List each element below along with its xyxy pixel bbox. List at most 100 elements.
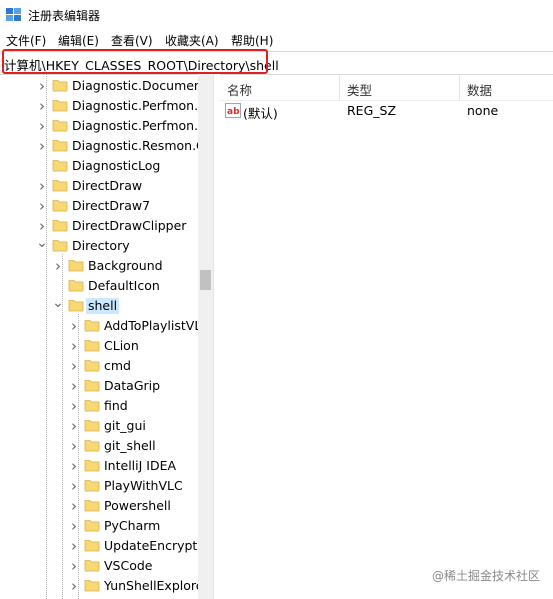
chevron-right-icon[interactable]: › [52, 256, 64, 276]
tree-node[interactable]: ⌄ Directory [0, 236, 198, 256]
chevron-right-icon[interactable]: › [68, 316, 80, 336]
tree-node[interactable]: › YunShellExplore [0, 576, 203, 596]
tree-node[interactable]: › cmd [0, 356, 198, 376]
tree-node-label: DiagnosticLog [72, 158, 161, 173]
title-bar: 注册表编辑器 [0, 0, 553, 30]
tree-node[interactable]: › DirectDraw [0, 176, 198, 196]
tree-node-label: PlayWithVLC [104, 478, 183, 493]
chevron-right-icon[interactable]: › [36, 176, 48, 196]
menu-favorites[interactable]: 收藏夹(A) [165, 32, 219, 49]
list-header: 名称 类型 数据 [219, 74, 553, 101]
chevron-right-icon[interactable]: › [36, 96, 48, 116]
chevron-right-icon[interactable]: › [68, 336, 80, 356]
tree-node[interactable]: › IntelliJ IDEA [0, 456, 198, 476]
column-name[interactable]: 名称 [227, 80, 252, 99]
address-bar[interactable]: 计算机\HKEY_CLASSES_ROOT\Directory\shell [0, 49, 553, 75]
tree-node[interactable]: › AddToPlaylistVL [0, 316, 201, 336]
column-type[interactable]: 类型 [347, 80, 372, 99]
chevron-right-icon[interactable]: › [68, 476, 80, 496]
tree-node-label: YunShellExplore [104, 578, 204, 593]
folder-icon [84, 498, 100, 512]
tree-node[interactable]: › Background [0, 256, 198, 276]
folder-icon [84, 318, 100, 332]
chevron-right-icon[interactable]: › [68, 436, 80, 456]
chevron-right-icon[interactable]: › [36, 76, 48, 96]
menu-edit[interactable]: 编辑(E) [58, 32, 99, 49]
tree-node-label: VSCode [104, 558, 153, 573]
tree-node[interactable]: › git_shell [0, 436, 198, 456]
folder-icon [84, 478, 100, 492]
chevron-right-icon[interactable]: › [68, 456, 80, 476]
column-separator[interactable] [459, 74, 460, 100]
column-separator[interactable] [339, 74, 340, 100]
tree-node[interactable]: DiagnosticLog [0, 156, 198, 176]
chevron-right-icon[interactable]: › [68, 576, 80, 596]
folder-icon [68, 278, 84, 292]
folder-icon [84, 558, 100, 572]
menu-view[interactable]: 查看(V) [111, 32, 153, 49]
tree-node[interactable]: › CLion [0, 336, 198, 356]
chevron-right-icon[interactable]: › [36, 216, 48, 236]
tree-node-label: find [104, 398, 128, 413]
registry-tree[interactable]: › Diagnostic.Document › Diagnostic.Perfmon.… [0, 74, 213, 599]
tree-node-label: cmd [104, 358, 131, 373]
tree-node-label: git_gui [104, 418, 146, 433]
tree-node[interactable]: › VSCode [0, 556, 198, 576]
tree-node-label: Diagnostic.Perfmon.D [72, 118, 208, 133]
tree-node-label: CLion [104, 338, 139, 353]
tree-node[interactable]: › git_gui [0, 416, 198, 436]
tree-node[interactable]: › Diagnostic.Document [0, 76, 207, 96]
column-data[interactable]: 数据 [467, 80, 492, 99]
tree-node[interactable]: ⌄ shell [0, 296, 198, 316]
chevron-right-icon[interactable]: › [68, 416, 80, 436]
folder-icon [84, 338, 100, 352]
tree-node[interactable]: › DataGrip [0, 376, 198, 396]
list-item[interactable]: ab (默认) REG_SZ none [219, 100, 553, 122]
folder-icon [52, 218, 68, 232]
tree-node-label: Diagnostic.Resmon.C [72, 138, 205, 153]
tree-node-label: UpdateEncryptio [104, 538, 209, 553]
tree-node-label: Diagnostic.Perfmon.C [72, 98, 207, 113]
folder-icon [84, 438, 100, 452]
tree-node-label: DefaultIcon [88, 278, 160, 293]
chevron-right-icon[interactable]: › [36, 136, 48, 156]
tree-node[interactable]: › UpdateEncryptio [0, 536, 208, 556]
tree-node-label: Powershell [104, 498, 171, 513]
folder-icon [84, 538, 100, 552]
folder-icon [84, 418, 100, 432]
tree-scrollbar[interactable] [198, 74, 213, 599]
watermark: @稀土掘金技术社区 [432, 569, 541, 583]
chevron-right-icon[interactable]: › [68, 536, 80, 556]
tree-node[interactable]: › DirectDrawClipper [0, 216, 198, 236]
svg-text:ab: ab [227, 107, 240, 117]
chevron-right-icon[interactable]: › [68, 556, 80, 576]
tree-node-label: Diagnostic.Document [72, 78, 207, 93]
chevron-right-icon[interactable]: › [68, 396, 80, 416]
tree-node-label: git_shell [104, 438, 156, 453]
chevron-down-icon[interactable]: ⌄ [52, 296, 64, 316]
chevron-right-icon[interactable]: › [36, 196, 48, 216]
chevron-right-icon[interactable]: › [68, 356, 80, 376]
folder-icon [84, 458, 100, 472]
tree-node[interactable]: › Diagnostic.Resmon.C [0, 136, 205, 156]
folder-icon [52, 78, 68, 92]
tree-node[interactable]: › find [0, 396, 198, 416]
tree-node[interactable]: › Diagnostic.Perfmon.C [0, 96, 207, 116]
menu-help[interactable]: 帮助(H) [231, 32, 273, 49]
chevron-right-icon[interactable]: › [68, 376, 80, 396]
tree-node[interactable]: › Diagnostic.Perfmon.D [0, 116, 208, 136]
chevron-right-icon[interactable]: › [68, 496, 80, 516]
folder-icon [84, 358, 100, 372]
tree-node-label: IntelliJ IDEA [104, 458, 177, 473]
tree-node[interactable]: › DirectDraw7 [0, 196, 198, 216]
chevron-right-icon[interactable]: › [68, 516, 80, 536]
scrollbar-thumb[interactable] [200, 270, 211, 290]
tree-node[interactable]: › PlayWithVLC [0, 476, 198, 496]
menu-file[interactable]: 文件(F) [6, 32, 46, 49]
chevron-down-icon[interactable]: ⌄ [36, 236, 48, 256]
chevron-right-icon[interactable]: › [36, 116, 48, 136]
tree-node[interactable]: › PyCharm [0, 516, 198, 536]
tree-node[interactable]: DefaultIcon [0, 276, 198, 296]
tree-node[interactable]: › Powershell [0, 496, 198, 516]
tree-node-label: Directory [72, 238, 130, 253]
